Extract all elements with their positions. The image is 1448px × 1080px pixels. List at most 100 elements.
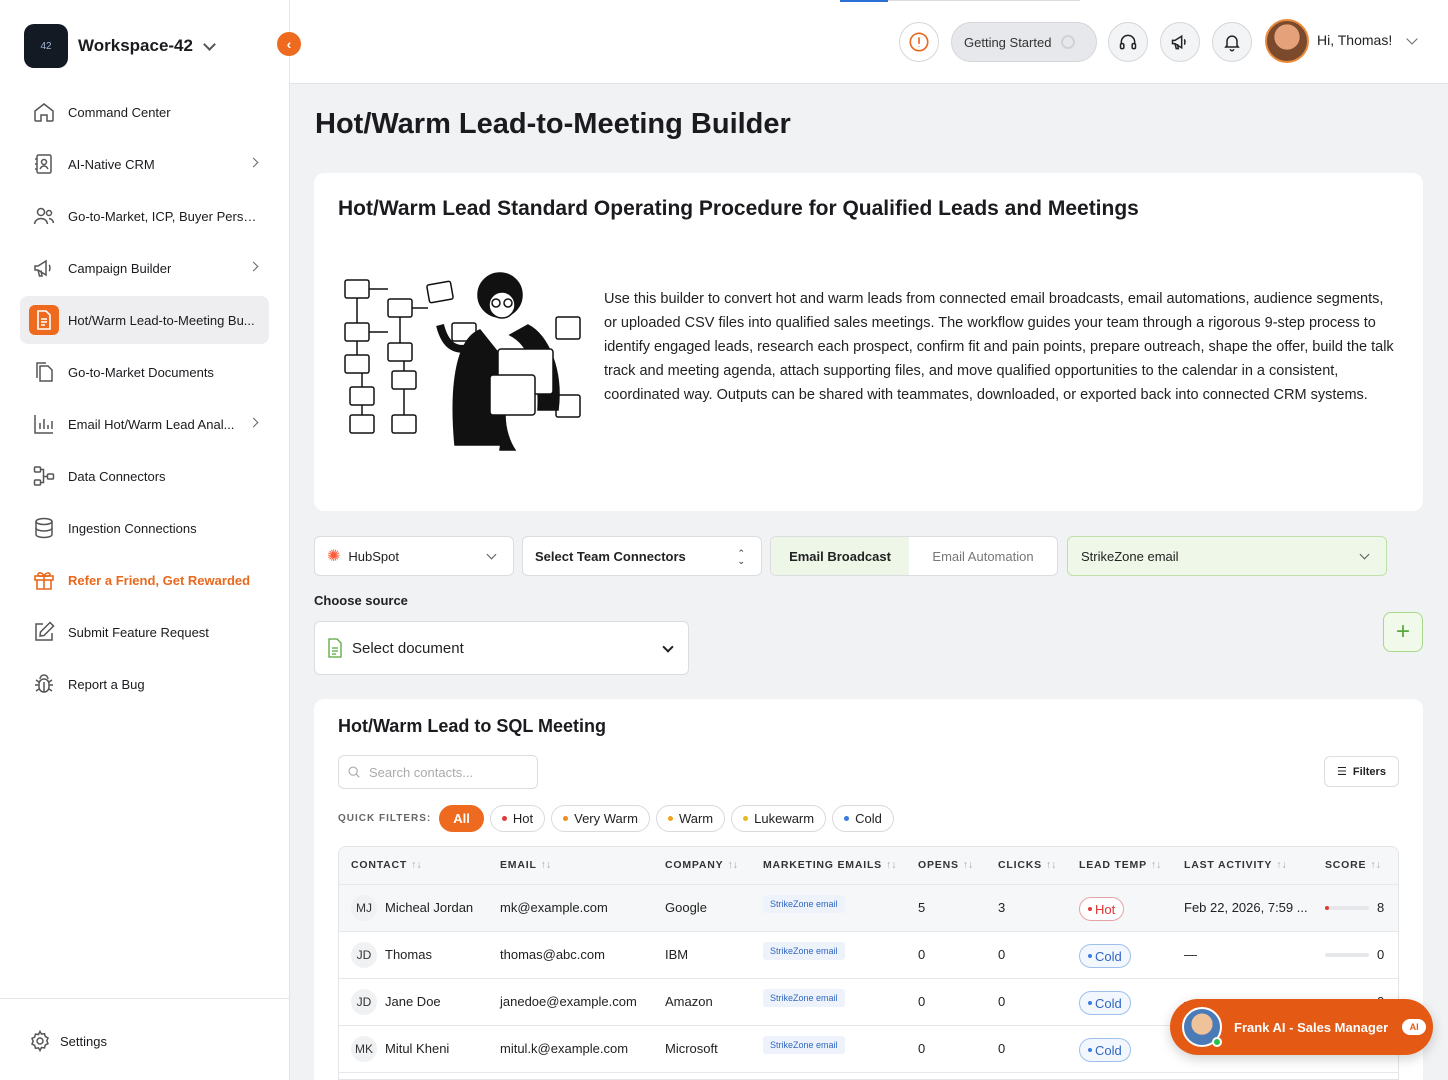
sidebar-item-email-lead-analytics[interactable]: Email Hot/Warm Lead Anal... [20, 400, 269, 448]
collapse-sidebar-button[interactable]: ‹ [277, 32, 301, 56]
column-header-company[interactable]: COMPANY ↑↓ [665, 859, 738, 871]
sidebar-item-command-center[interactable]: Command Center [20, 88, 269, 136]
column-header-lead-temp[interactable]: LEAD TEMP ↑↓ [1079, 859, 1161, 871]
clicks-count: 0 [998, 994, 1006, 1009]
page-title: Hot/Warm Lead-to-Meeting Builder [315, 108, 791, 140]
column-header-opens[interactable]: OPENS ↑↓ [918, 859, 973, 871]
sidebar-item-label: Data Connectors [68, 468, 166, 484]
ai-assistant-button[interactable]: Frank AI - Sales Manager AI [1170, 999, 1433, 1055]
column-header-score[interactable]: SCORE ↑↓ [1325, 859, 1381, 871]
tab-email-broadcast[interactable]: Email Broadcast [771, 537, 909, 575]
quick-filter-warm[interactable]: Warm [655, 805, 726, 832]
warm-dot-icon [667, 816, 673, 821]
add-source-button[interactable]: + [1383, 612, 1423, 652]
file-icon [328, 638, 342, 658]
header-label: CLICKS [998, 859, 1042, 871]
megaphone-icon [32, 256, 56, 280]
opens-count: 0 [918, 947, 926, 962]
lead-temp-label: Cold [1095, 1042, 1122, 1058]
info-button[interactable] [899, 22, 939, 62]
sidebar-item-ai-native-crm[interactable]: AI-Native CRM [20, 140, 269, 188]
marketing-email-badge: StrikeZone email [763, 942, 845, 960]
chip-label: Lukewarm [754, 811, 815, 826]
sidebar-item-campaign-builder[interactable]: Campaign Builder [20, 244, 269, 292]
tab-email-automation[interactable]: Email Automation [909, 537, 1057, 575]
email-source-select[interactable]: StrikeZone email [1067, 536, 1387, 576]
sidebar-item-go-to-market-icp[interactable]: Go-to-Market, ICP, Buyer Perso... [20, 192, 269, 240]
sort-icon: ↑↓ [1276, 859, 1287, 871]
sidebar-item-label: AI-Native CRM [68, 156, 155, 172]
sidebar-footer: Settings [0, 998, 289, 1080]
score-bar-fill [1325, 906, 1329, 910]
column-header-email[interactable]: EMAIL ↑↓ [500, 859, 551, 871]
sidebar-item-ingestion-connections[interactable]: Ingestion Connections [20, 504, 269, 552]
header-label: EMAIL [500, 859, 537, 871]
contact-company: IBM [665, 947, 689, 962]
database-icon [32, 516, 56, 540]
sort-icon: ↑↓ [1150, 859, 1162, 871]
quick-filter-hot[interactable]: Hot [489, 805, 546, 832]
sort-icon: ↑↓ [1370, 859, 1381, 871]
top-progress-indicator [840, 0, 888, 2]
team-connectors-select[interactable]: Select Team Connectors ⌃ ⌄ [522, 536, 762, 576]
sort-icon: ↑↓ [540, 859, 552, 871]
email-source-value: StrikeZone email [1081, 548, 1179, 564]
clicks-count: 0 [998, 947, 1006, 962]
sidebar-item-lead-to-meeting-builder[interactable]: Hot/Warm Lead-to-Meeting Bu... [20, 296, 269, 344]
contact-name: Jane Doe [385, 994, 441, 1009]
sidebar-item-refer-a-friend[interactable]: Refer a Friend, Get Rewarded [20, 556, 269, 604]
contact-email: janedoe@example.com [500, 994, 637, 1009]
contact-company: Microsoft [665, 1041, 718, 1056]
sidebar-item-report-a-bug[interactable]: Report a Bug [20, 660, 269, 708]
getting-started-button[interactable]: Getting Started [951, 22, 1097, 62]
chevron-down-icon[interactable] [1406, 33, 1418, 45]
bar-chart-icon [32, 412, 56, 436]
user-avatar[interactable] [1265, 19, 1309, 63]
column-header-clicks[interactable]: CLICKS ↑↓ [998, 859, 1056, 871]
documents-icon [32, 360, 56, 384]
chevron-down-icon [486, 549, 497, 560]
settings-button[interactable]: Settings [28, 1029, 107, 1053]
sidebar-item-label: Campaign Builder [68, 260, 172, 276]
table-row[interactable]: MJ Micheal Jordan mk@example.com Google … [339, 885, 1398, 932]
filters-button[interactable]: ☰ Filters [1324, 756, 1399, 787]
updown-chevron-icon: ⌃ ⌄ [737, 548, 745, 566]
sidebar-nav: Command Center AI-Native CRM Go-to-Marke… [20, 88, 269, 712]
column-header-contact[interactable]: CONTACT ↑↓ [351, 859, 422, 871]
sidebar-item-label: Refer a Friend, Get Rewarded [68, 572, 251, 588]
topbar: Getting Started Hi, Thomas! [290, 0, 1448, 84]
getting-started-label: Getting Started [964, 34, 1052, 50]
megaphone-icon [1171, 34, 1186, 50]
search-input[interactable]: Search contacts... [338, 755, 538, 789]
sidebar-item-data-connectors[interactable]: Data Connectors [20, 452, 269, 500]
intro-title: Hot/Warm Lead Standard Operating Procedu… [338, 197, 1139, 220]
contact-initials: MJ [351, 895, 377, 921]
workspace-name: Workspace-42 [78, 36, 193, 55]
notifications-button[interactable] [1212, 22, 1252, 62]
support-button[interactable] [1108, 22, 1148, 62]
quick-filter-all[interactable]: All [439, 805, 484, 832]
opens-count: 0 [918, 1041, 926, 1056]
contact-name: Thomas [385, 947, 432, 962]
header-label: LAST ACTIVITY [1184, 859, 1273, 871]
document-select[interactable]: Select document [314, 621, 689, 675]
workspace-switcher[interactable]: 42 Workspace-42 [24, 24, 216, 68]
hot-dot-icon [501, 816, 507, 821]
column-header-last-activity[interactable]: LAST ACTIVITY ↑↓ [1184, 859, 1287, 871]
sidebar-item-go-to-market-documents[interactable]: Go-to-Market Documents [20, 348, 269, 396]
announcements-button[interactable] [1160, 22, 1200, 62]
quick-filter-very-warm[interactable]: Very Warm [551, 805, 650, 832]
chevron-right-icon [248, 261, 259, 272]
contact-email: mitul.k@example.com [500, 1041, 629, 1056]
progress-ring-icon [1061, 35, 1076, 49]
search-icon [348, 766, 360, 778]
sidebar-item-submit-feature-request[interactable]: Submit Feature Request [20, 608, 269, 656]
quick-filter-cold[interactable]: Cold [832, 805, 894, 832]
chip-label: Very Warm [574, 811, 638, 826]
quick-filter-lukewarm[interactable]: Lukewarm [731, 805, 827, 832]
chip-label: Cold [855, 811, 882, 826]
crm-select[interactable]: ✺ HubSpot [314, 536, 514, 576]
user-greeting[interactable]: Hi, Thomas! [1317, 32, 1392, 48]
table-row[interactable]: JD Thomas thomas@abc.com IBM StrikeZone … [339, 932, 1398, 979]
column-header-marketing-emails[interactable]: MARKETING EMAILS ↑↓ [763, 859, 896, 871]
